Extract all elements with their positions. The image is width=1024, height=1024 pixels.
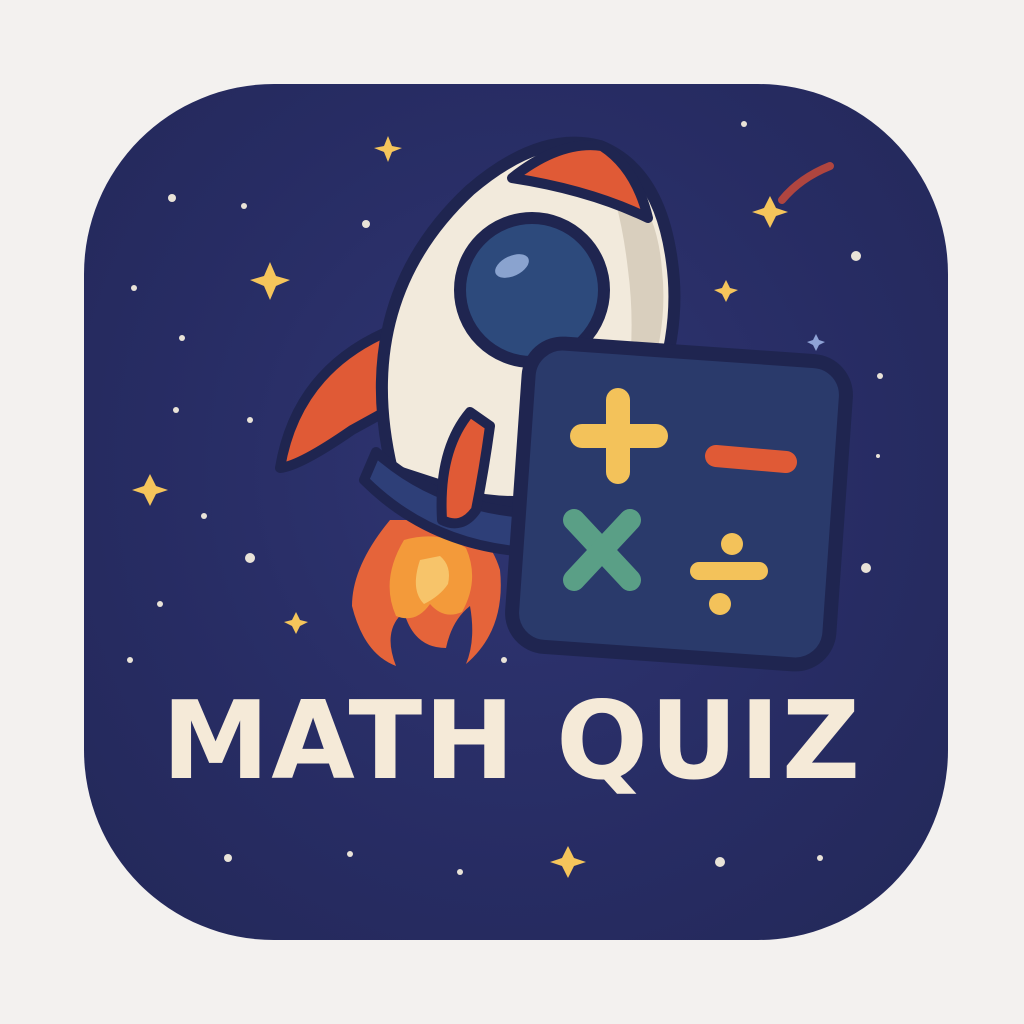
small-star	[807, 334, 825, 351]
app-icon-artwork	[127, 121, 883, 878]
canvas: MATH QUIZ	[0, 0, 1024, 1024]
app-title: MATH QUIZ	[161, 679, 863, 804]
math-symbols-card	[505, 336, 853, 672]
shooting-star-trail	[778, 162, 834, 204]
minus-icon	[705, 445, 797, 473]
